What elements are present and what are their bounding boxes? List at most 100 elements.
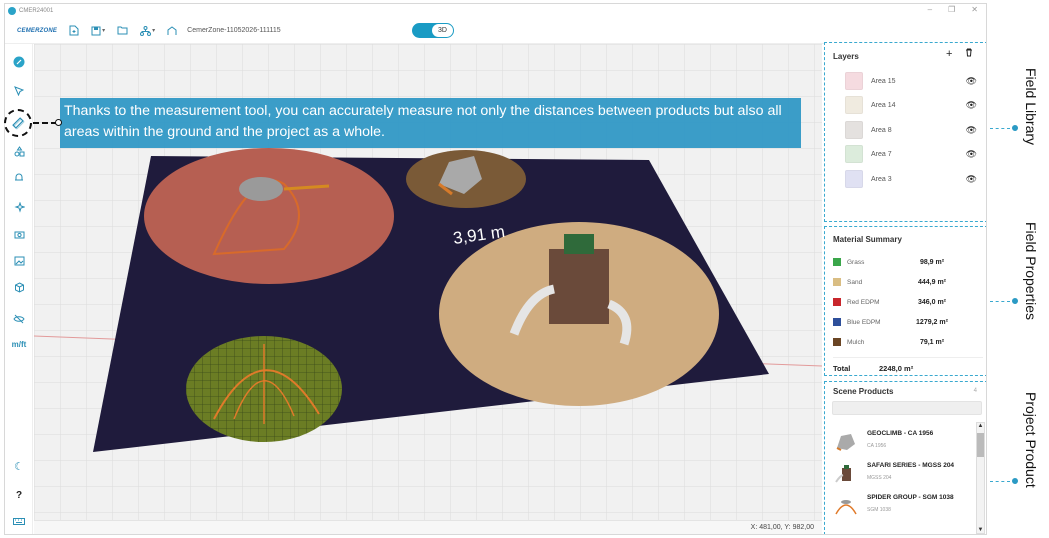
material-name: Mulch: [847, 338, 865, 346]
unit-toggle-button[interactable]: m/ft: [5, 340, 33, 349]
window-controls: – ❐ ✕: [928, 5, 978, 14]
camera-button[interactable]: [5, 230, 33, 242]
product-item[interactable]: SAFARI SERIES - MGSS 204 MGSS 204: [831, 460, 976, 490]
cube-icon: [14, 282, 24, 293]
layer-row[interactable]: Area 3 👁: [845, 169, 985, 189]
connector-line: [990, 481, 1010, 482]
chevron-down-icon: ▾: [152, 28, 156, 34]
layer-swatch: [845, 96, 863, 114]
tooltip-callout: Thanks to the measurement tool, you can …: [60, 98, 801, 148]
ruler-icon: [12, 117, 24, 129]
callout-leader-dot: [55, 119, 62, 126]
network-icon: [140, 25, 152, 36]
layer-row[interactable]: Area 7 👁: [845, 144, 985, 164]
layer-name: Area 15: [871, 77, 896, 85]
project-settings-button[interactable]: [167, 25, 177, 36]
layer-row[interactable]: Area 14 👁: [845, 95, 985, 115]
logo-button[interactable]: [5, 56, 33, 71]
material-swatch: [833, 318, 841, 326]
keyboard-button[interactable]: [5, 516, 33, 528]
material-swatch: [833, 278, 841, 286]
cursor-icon: [14, 86, 25, 97]
help-button[interactable]: ?: [5, 490, 33, 501]
logo-icon: [13, 56, 25, 68]
eye-icon[interactable]: 👁: [966, 149, 977, 160]
image-icon: [14, 256, 24, 266]
material-total: Total 2248,0 m²: [833, 357, 983, 373]
material-summary-title: Material Summary: [833, 235, 902, 244]
product-thumbnail: [835, 500, 857, 515]
sparkle-icon: [13, 201, 26, 213]
open-folder-button[interactable]: [117, 26, 128, 35]
product-name: SPIDER GROUP - SGM 1038: [867, 494, 954, 501]
save-button[interactable]: ▾: [91, 26, 105, 36]
layer-row[interactable]: Area 8 👁: [845, 120, 985, 140]
eye-icon[interactable]: 👁: [966, 100, 977, 111]
highlight-ring: [4, 109, 32, 137]
new-file-icon: [69, 25, 79, 36]
shapes-icon: [14, 146, 24, 157]
keyboard-icon: [13, 518, 25, 525]
material-summary-panel: Material Summary Grass 98,9 m² Sand 444,…: [824, 226, 986, 376]
restore-icon[interactable]: ❐: [948, 5, 955, 14]
save-icon: [91, 26, 101, 35]
material-name: Red EDPM: [847, 298, 880, 306]
layer-swatch: [845, 170, 863, 188]
material-name: Blue EDPM: [847, 318, 881, 326]
select-tool-button[interactable]: [5, 86, 33, 99]
effects-tool-button[interactable]: [5, 201, 33, 216]
delete-layer-icon[interactable]: [965, 48, 973, 60]
material-name: Grass: [847, 258, 865, 266]
callout-leader: [33, 122, 57, 124]
layer-swatch: [845, 121, 863, 139]
layer-name: Area 7: [871, 150, 892, 158]
add-layer-icon[interactable]: +: [946, 48, 952, 60]
area-tool-button[interactable]: [5, 172, 33, 186]
scene-products-panel: Scene Products 4 GEOCLIMB - CA 1956 CA 1…: [824, 381, 986, 534]
eye-off-icon: [13, 314, 25, 324]
view-mode-toggle[interactable]: 3D: [412, 23, 454, 38]
scroll-thumb[interactable]: [977, 433, 984, 457]
connector-line: [990, 128, 1010, 129]
layers-panel: Layers + Area 15 👁 Area 14 👁 Area 8 👁 Ar…: [824, 42, 986, 222]
product-item[interactable]: GEOCLIMB - CA 1956 CA 1956: [831, 428, 976, 458]
visibility-button[interactable]: [5, 314, 33, 327]
product-item[interactable]: SPIDER GROUP - SGM 1038 SGM 1038: [831, 492, 976, 522]
material-area: 1279,2 m²: [916, 318, 948, 326]
dark-mode-button[interactable]: ☾: [5, 460, 33, 473]
moon-icon: ☾: [14, 461, 24, 473]
layers-title: Layers: [833, 52, 859, 61]
eye-icon[interactable]: 👁: [966, 76, 977, 87]
connector-dot: [1012, 298, 1018, 304]
eye-icon[interactable]: 👁: [966, 125, 977, 136]
area-15[interactable]: [144, 148, 394, 284]
material-row: Grass 98,9 m²: [833, 255, 983, 269]
total-label: Total: [833, 364, 851, 373]
label-field-properties: Field Properties: [1023, 222, 1039, 321]
share-button[interactable]: ▾: [140, 25, 156, 36]
products-scrollbar[interactable]: ▲ ▼: [976, 422, 985, 534]
connector-line: [990, 301, 1010, 302]
scroll-down-icon[interactable]: ▼: [977, 527, 984, 533]
project-name: CemerZone-11052026-111115: [187, 27, 281, 34]
object-button[interactable]: [5, 282, 33, 296]
layer-name: Area 14: [871, 101, 896, 109]
minimize-icon[interactable]: –: [928, 5, 932, 14]
scroll-up-icon[interactable]: ▲: [977, 423, 984, 429]
product-thumbnail: [836, 434, 855, 451]
product-search-input[interactable]: [832, 401, 982, 415]
product-code: CA 1956: [867, 443, 887, 449]
image-button[interactable]: [5, 256, 33, 269]
layer-row[interactable]: Area 15 👁: [845, 71, 985, 91]
close-icon[interactable]: ✕: [971, 5, 978, 14]
connector-dot: [1012, 125, 1018, 131]
material-swatch: [833, 258, 841, 266]
scene-products-title: Scene Products: [833, 387, 894, 396]
view-mode-label: 3D: [432, 24, 453, 37]
material-row: Blue EDPM 1279,2 m²: [833, 315, 983, 329]
new-file-button[interactable]: [69, 25, 79, 36]
app-window: CMER24001 – ❐ ✕ CEMERZONE ▾ ▾ CemerZone-…: [4, 3, 987, 535]
eye-icon[interactable]: 👁: [966, 174, 977, 185]
coords-readout: X: 481,00, Y: 982,00: [34, 520, 822, 534]
shapes-tool-button[interactable]: [5, 146, 33, 160]
